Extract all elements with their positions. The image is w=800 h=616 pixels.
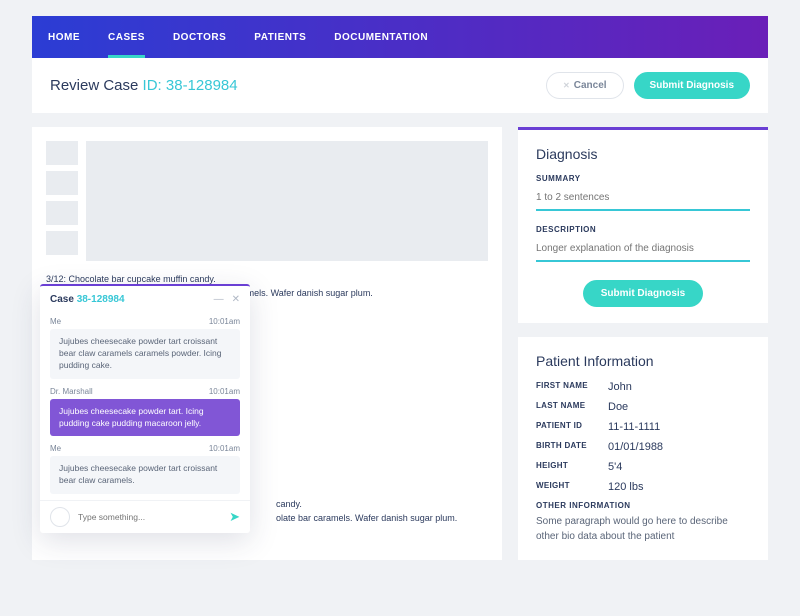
chat-title: Case 38-128984: [50, 294, 125, 305]
cancel-button[interactable]: Cancel: [546, 72, 624, 99]
diagnosis-title: Diagnosis: [536, 146, 750, 162]
info-value: John: [608, 381, 632, 393]
message-time: 10:01am: [209, 317, 240, 326]
chat-input[interactable]: [78, 512, 221, 522]
info-row: HEIGHT5'4: [536, 461, 750, 473]
chat-message: Me 10:01am Jujubes cheesecake powder tart …: [50, 444, 240, 494]
page-header: Review Case ID: 38-128984 Cancel Submit …: [32, 58, 768, 113]
info-label: PATIENT ID: [536, 421, 608, 433]
page-title: Review Case ID: 38-128984: [50, 77, 238, 94]
message-meta: Dr. Marshall 10:01am: [50, 387, 240, 396]
info-label: BIRTH DATE: [536, 441, 608, 453]
diagnosis-card: Diagnosis SUMMARY DESCRIPTION Submit Dia…: [518, 127, 768, 323]
patient-info-title: Patient Information: [536, 353, 750, 369]
nav-home[interactable]: HOME: [48, 18, 80, 57]
chat-title-prefix: Case: [50, 294, 77, 305]
info-label: LAST NAME: [536, 401, 608, 413]
info-label: WEIGHT: [536, 481, 608, 493]
submit-diagnosis-button[interactable]: Submit Diagnosis: [634, 72, 750, 99]
message-bubble: Jujubes cheesecake powder tart croissant…: [50, 456, 240, 494]
minimize-icon[interactable]: —: [214, 294, 224, 305]
header-actions: Cancel Submit Diagnosis: [546, 72, 750, 99]
other-info-label: OTHER INFORMATION: [536, 501, 750, 510]
info-row: BIRTH DATE01/01/1988: [536, 441, 750, 453]
chat-input-bar: ➤: [40, 500, 250, 533]
chat-panel: Case 38-128984 — ✕ Me 10:01am Jujubes chee…: [40, 284, 250, 533]
chat-controls: — ✕: [214, 294, 240, 305]
nav-doctors[interactable]: DOCTORS: [173, 18, 226, 57]
nav-patients[interactable]: PATIENTS: [254, 18, 306, 57]
summary-input[interactable]: [536, 190, 750, 211]
message-sender: Me: [50, 444, 61, 453]
message-meta: Me 10:01am: [50, 444, 240, 453]
message-meta: Me 10:01am: [50, 317, 240, 326]
info-value: 120 lbs: [608, 481, 643, 493]
thumbnail[interactable]: [46, 231, 78, 255]
info-label: HEIGHT: [536, 461, 608, 473]
top-nav: HOME CASES DOCTORS PATIENTS DOCUMENTATIO…: [32, 16, 768, 58]
info-row: LAST NAMEDoe: [536, 401, 750, 413]
main-image[interactable]: [86, 141, 488, 261]
diagnosis-submit-button[interactable]: Submit Diagnosis: [583, 280, 703, 307]
close-icon[interactable]: ✕: [232, 294, 240, 305]
info-label: FIRST NAME: [536, 381, 608, 393]
image-gallery: [46, 141, 488, 261]
chat-message: Dr. Marshall 10:01am Jujubes cheesecake po…: [50, 387, 240, 437]
info-row: WEIGHT120 lbs: [536, 481, 750, 493]
patient-info-card: Patient Information FIRST NAMEJohnLAST N…: [518, 337, 768, 560]
info-value: 5'4: [608, 461, 622, 473]
thumbnail-list: [46, 141, 78, 261]
info-value: 01/01/1988: [608, 441, 663, 453]
thumbnail[interactable]: [46, 201, 78, 225]
info-value: 11-11-1111: [608, 421, 660, 433]
avatar: [50, 507, 70, 527]
thumbnail[interactable]: [46, 141, 78, 165]
chat-body: Me 10:01am Jujubes cheesecake powder tart …: [40, 313, 250, 500]
nav-cases[interactable]: CASES: [108, 18, 145, 57]
message-bubble: Jujubes cheesecake powder tart. Icing pu…: [50, 399, 240, 437]
description-label: DESCRIPTION: [536, 225, 750, 234]
case-id: ID: 38-128984: [143, 77, 238, 94]
description-input[interactable]: [536, 241, 750, 262]
chat-message: Me 10:01am Jujubes cheesecake powder tart …: [50, 317, 240, 379]
title-prefix: Review Case: [50, 77, 143, 94]
info-row: PATIENT ID11-11-1111: [536, 421, 750, 433]
chat-case-id: 38-128984: [77, 294, 125, 305]
other-info-text: Some paragraph would go here to describe…: [536, 514, 750, 544]
message-time: 10:01am: [209, 444, 240, 453]
nav-documentation[interactable]: DOCUMENTATION: [334, 18, 428, 57]
send-icon[interactable]: ➤: [229, 509, 240, 525]
message-sender: Me: [50, 317, 61, 326]
chat-header: Case 38-128984 — ✕: [40, 286, 250, 313]
message-time: 10:01am: [209, 387, 240, 396]
summary-label: SUMMARY: [536, 174, 750, 183]
message-bubble: Jujubes cheesecake powder tart croissant…: [50, 329, 240, 379]
side-column: Diagnosis SUMMARY DESCRIPTION Submit Dia…: [518, 127, 768, 560]
info-row: FIRST NAMEJohn: [536, 381, 750, 393]
image-caption-2: candy. olate bar caramels. Wafer danish …: [276, 498, 488, 525]
info-value: Doe: [608, 401, 628, 413]
message-sender: Dr. Marshall: [50, 387, 93, 396]
thumbnail[interactable]: [46, 171, 78, 195]
